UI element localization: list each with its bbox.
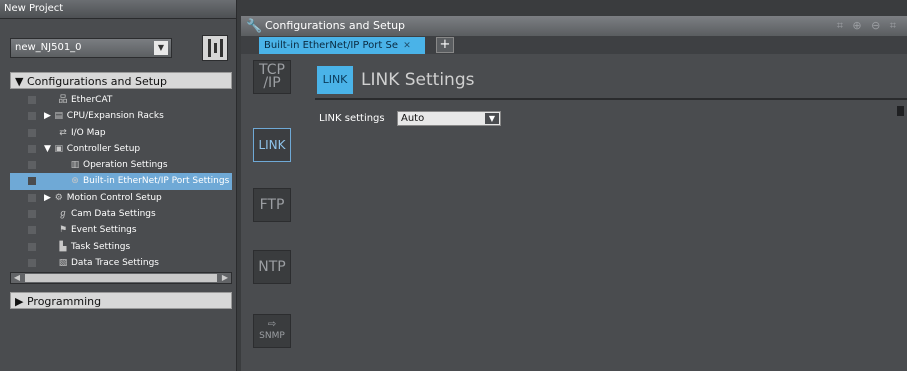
data-trace-icon: ▧ <box>58 257 68 268</box>
ftp-button[interactable]: FTP <box>253 188 291 222</box>
snmp-arrow-icon: ⇨ <box>267 319 277 330</box>
project-selector-row: new_NJ501_0 ▼ <box>10 35 232 61</box>
link-settings-panel: LINK LINK Settings LINK settings Auto ▼ <box>315 58 907 371</box>
multiview-explorer: New Project new_NJ501_0 ▼ ▼ Configuratio… <box>0 0 237 371</box>
chevron-down-icon[interactable]: ▼ <box>154 41 168 55</box>
link-settings-dropdown[interactable]: Auto ▼ <box>397 111 501 126</box>
edit-pane-title: Configurations and Setup <box>265 19 406 32</box>
tree-item-operation-settings[interactable]: ▥ Operation Settings <box>10 157 232 173</box>
config-setup-label: Configurations and Setup <box>26 75 168 88</box>
project-dropdown-value: new_NJ501_0 <box>15 42 82 53</box>
link-button[interactable]: LINK <box>253 128 291 162</box>
link-settings-row: LINK settings Auto ▼ <box>319 111 501 127</box>
tree-item-io-map[interactable]: ⇄ I/O Map <box>10 125 232 141</box>
ntp-button[interactable]: NTP <box>253 250 291 284</box>
edit-pane: 🔧 Configurations and Setup ⌗ ⊕ ⊖ ⌗ Built… <box>241 16 907 371</box>
window-controls[interactable]: ⌗ ⊕ ⊖ ⌗ <box>837 16 899 36</box>
tree-item-cam-data[interactable]: ℊ Cam Data Settings <box>10 206 232 222</box>
project-dropdown[interactable]: new_NJ501_0 ▼ <box>10 38 172 58</box>
tree-item-data-trace[interactable]: ▧ Data Trace Settings <box>10 255 232 271</box>
tcpip-button[interactable]: TCP /IP <box>253 60 291 94</box>
tree-item-ethercat[interactable]: 品 EtherCAT <box>10 92 232 108</box>
tab-strip: Built-in EtherNet/IP Port Se ✕ + <box>241 36 907 54</box>
ethercat-icon: 品 <box>58 95 68 105</box>
link-settings-value: Auto <box>401 113 425 124</box>
config-setup-header[interactable]: ▼ Configurations and Setup <box>10 72 232 89</box>
divider <box>315 98 907 100</box>
tree-item-motion-control[interactable]: ▶ ⚙ Motion Control Setup <box>10 190 232 206</box>
tree-horizontal-scrollbar[interactable]: ◀ ▶ <box>10 272 232 284</box>
cam-icon: ℊ <box>58 209 68 220</box>
snmp-button[interactable]: ⇨ SNMP <box>253 314 291 348</box>
config-tree: 品 EtherCAT ▶ ▤ CPU/Expansion Racks ⇄ I/O Ma… <box>10 92 232 271</box>
operation-icon: ▥ <box>70 160 80 171</box>
tab-ethernet-port[interactable]: Built-in EtherNet/IP Port Se ✕ <box>259 37 425 54</box>
scroll-thumb[interactable] <box>25 274 217 282</box>
section-title: LINK Settings <box>361 70 475 90</box>
task-icon: ▙ <box>59 241 67 252</box>
explorer-title: New Project <box>0 0 236 19</box>
expand-arrow-icon[interactable]: ▶ <box>44 111 54 121</box>
programming-label: Programming <box>26 295 102 308</box>
link-settings-label: LINK settings <box>319 113 385 124</box>
add-tab-button[interactable]: + <box>436 37 454 53</box>
tree-item-cpu-racks[interactable]: ▶ ▤ CPU/Expansion Racks <box>10 108 232 124</box>
tab-label: Built-in EtherNet/IP Port Se <box>264 40 399 51</box>
settings-category-bar: TCP /IP LINK FTP NTP ⇨ SNMP <box>245 60 293 371</box>
link-badge-icon: LINK <box>317 66 353 94</box>
rack-icon: ▤ <box>54 111 64 122</box>
edit-pane-header: 🔧 Configurations and Setup ⌗ ⊕ ⊖ ⌗ <box>241 16 907 36</box>
wrench-icon: 🔧 <box>246 19 263 34</box>
collapse-arrow-icon[interactable]: ▼ <box>44 144 54 154</box>
io-map-icon: ⇄ <box>59 127 67 138</box>
motion-icon: ⚙ <box>54 192 63 203</box>
tree-item-task-settings[interactable]: ▙ Task Settings <box>10 239 232 255</box>
chevron-down-icon[interactable]: ▼ <box>485 113 499 124</box>
event-flag-icon: ⚑ <box>58 225 68 236</box>
tree-item-controller-setup[interactable]: ▼ ▣ Controller Setup <box>10 141 232 157</box>
scroll-left-icon[interactable]: ◀ <box>11 273 23 283</box>
vertical-scrollbar[interactable] <box>897 106 904 116</box>
ethernet-port-icon: ⊛ <box>71 176 79 187</box>
close-icon[interactable]: ✕ <box>403 41 411 51</box>
controller-icon-button[interactable] <box>202 35 228 61</box>
scroll-right-icon[interactable]: ▶ <box>219 273 231 283</box>
tree-item-ethernet-port-settings[interactable]: ⊛ Built-in EtherNet/IP Port Settings <box>10 173 232 190</box>
controller-icon: ▣ <box>54 143 64 154</box>
expand-arrow-icon[interactable]: ▶ <box>44 193 54 203</box>
programming-header[interactable]: ▶ Programming <box>10 292 232 309</box>
tree-item-event-settings[interactable]: ⚑ Event Settings <box>10 222 232 238</box>
